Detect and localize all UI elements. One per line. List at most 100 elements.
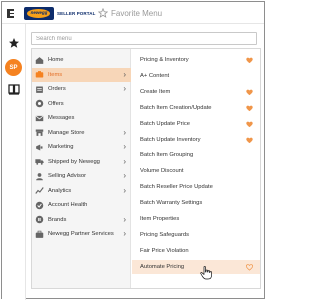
analytics-icon — [35, 186, 44, 195]
logo-badge: newegg — [24, 6, 54, 20]
marketing-icon — [35, 143, 44, 152]
partner-icon — [35, 230, 44, 239]
nav-item-label: Account Health — [48, 202, 88, 208]
chevron-right-icon: › — [123, 84, 126, 93]
chevron-right-icon: › — [123, 69, 126, 79]
home-icon — [35, 56, 44, 65]
store-icon — [35, 128, 44, 137]
chevron-right-icon: › — [123, 127, 126, 137]
submenu-item-batch-item-grouping[interactable]: Batch Item Grouping — [132, 148, 260, 162]
submenu-item-create-item[interactable]: Create Item — [132, 85, 260, 99]
search-input[interactable] — [31, 32, 257, 45]
nav-item-shipped-by-newegg[interactable]: Shipped by Newegg › — [32, 155, 131, 169]
submenu-item-label: Batch Update Inventory — [140, 136, 201, 143]
submenu-item-label: Create Item — [140, 88, 171, 95]
top-bar: newegg SELLER PORTAL Favorite Menu — [2, 2, 264, 24]
truck-icon — [35, 157, 44, 166]
nav-item-brands[interactable]: B Brands › — [32, 213, 131, 227]
nav-item-label: Brands — [48, 216, 67, 223]
chevron-right-icon: › — [123, 171, 126, 180]
newegg-logo[interactable]: newegg SELLER PORTAL — [24, 6, 95, 20]
collapse-menu-icon[interactable] — [7, 8, 18, 18]
page-title-text: Favorite Menu — [111, 8, 163, 18]
menu-panel: Home Items › Orders › Offers Messages Manage St… — [31, 48, 261, 289]
heart-filled-icon[interactable] — [246, 121, 253, 128]
nav-item-label: Home — [48, 57, 64, 63]
messages-icon — [35, 114, 44, 123]
advisor-icon — [35, 172, 44, 181]
heart-outline-icon[interactable] — [246, 263, 253, 271]
nav-item-label: Offers — [48, 100, 64, 107]
nav-item-items[interactable]: Items › — [32, 67, 131, 82]
nav-item-newegg-partner-services[interactable]: Newegg Partner Services › — [32, 227, 131, 241]
submenu-item-pricing-inventory[interactable]: Pricing & Inventory — [132, 53, 260, 67]
nav-item-label: Messages — [48, 115, 75, 121]
submenu-item-fair-price-violation[interactable]: Fair Price Violation — [132, 244, 260, 258]
submenu-item-volume-discount[interactable]: Volume Discount — [132, 164, 260, 178]
nav-item-label: Orders — [48, 86, 66, 92]
nav-item-label: Shipped by Newegg — [48, 158, 100, 165]
nav-item-orders[interactable]: Orders › — [32, 82, 131, 96]
submenu-item-batch-reseller-price-update[interactable]: Batch Reseller Price Update — [132, 180, 260, 194]
nav-item-account-health[interactable]: Account Health — [32, 198, 131, 212]
nav-item-marketing[interactable]: Marketing › — [32, 140, 131, 154]
submenu-item-automate-pricing[interactable]: Automate Pricing — [132, 259, 260, 274]
submenu-item-label: Batch Item Creation/Update — [140, 104, 212, 111]
nav-item-home[interactable]: Home — [32, 53, 131, 67]
submenu-item-label: Batch Reseller Price Update — [140, 184, 213, 191]
nav-item-label: Marketing — [48, 144, 74, 150]
submenu-item-a-content[interactable]: A+ Content — [132, 69, 260, 83]
nav-item-manage-store[interactable]: Manage Store › — [32, 126, 131, 140]
submenu-item-batch-item-creation-update[interactable]: Batch Item Creation/Update — [132, 101, 260, 115]
nav-item-selling-advisor[interactable]: Selling Advisor › — [32, 169, 131, 183]
submenu-item-label: Batch Warranty Settings — [140, 200, 203, 207]
logo-subtitle: SELLER PORTAL — [57, 10, 96, 16]
nav-item-label: Analytics — [48, 187, 72, 194]
items-icon — [35, 70, 44, 79]
heart-filled-icon[interactable] — [246, 137, 253, 144]
chevron-right-icon: › — [123, 229, 126, 238]
submenu-item-label: Batch Item Grouping — [140, 152, 194, 159]
heart-filled-icon[interactable] — [246, 105, 253, 112]
nav-item-messages[interactable]: Messages — [32, 111, 131, 125]
submenu-item-label: A+ Content — [140, 72, 170, 79]
submenu-item-pricing-safeguards[interactable]: Pricing Safeguards — [132, 228, 260, 242]
offers-icon — [35, 99, 44, 108]
submenu-item-batch-update-inventory[interactable]: Batch Update Inventory — [132, 133, 260, 147]
submenu-item-label: Batch Update Price — [140, 120, 190, 127]
favorites-star-icon[interactable] — [8, 37, 20, 49]
nav-column: Home Items › Orders › Offers Messages Manage St… — [32, 49, 131, 288]
submenu-item-batch-warranty-settings[interactable]: Batch Warranty Settings — [132, 196, 260, 210]
nav-item-label: Selling Advisor — [48, 173, 87, 179]
submenu-item-batch-update-price[interactable]: Batch Update Price — [132, 117, 260, 131]
star-outline-icon — [98, 8, 108, 18]
submenu-item-label: Pricing & Inventory — [140, 57, 189, 63]
page-title: Favorite Menu — [98, 8, 162, 18]
nav-item-offers[interactable]: Offers — [32, 97, 131, 111]
orders-icon — [35, 85, 44, 94]
app-window: newegg SELLER PORTAL Favorite Menu SP Ho… — [1, 1, 265, 300]
logo-word: newegg — [30, 10, 48, 15]
submenu-item-label: Automate Pricing — [140, 263, 185, 270]
heart-filled-icon[interactable] — [246, 57, 253, 64]
submenu-item-label: Pricing Safeguards — [140, 231, 189, 238]
submenu-item-item-properties[interactable]: Item Properties — [132, 212, 260, 226]
book-icon[interactable] — [8, 84, 20, 95]
avatar[interactable]: SP — [5, 59, 22, 76]
submenu-column: Pricing & Inventory A+ Content Create Item… — [132, 49, 260, 288]
left-rail: SP — [2, 24, 26, 300]
brands-icon: B — [35, 215, 44, 224]
chevron-right-icon: › — [123, 156, 126, 166]
submenu-item-label: Fair Price Violation — [140, 247, 189, 254]
submenu-item-label: Item Properties — [140, 216, 180, 222]
chevron-right-icon: › — [123, 142, 126, 151]
heart-filled-icon[interactable] — [246, 89, 253, 96]
submenu-item-label: Volume Discount — [140, 168, 184, 175]
nav-item-analytics[interactable]: Analytics › — [32, 184, 131, 198]
nav-item-label: Newegg Partner Services — [48, 231, 114, 237]
nav-item-label: Items — [48, 71, 63, 78]
chevron-right-icon: › — [123, 185, 126, 195]
account-health-icon — [35, 201, 44, 210]
chevron-right-icon: › — [123, 214, 126, 224]
nav-item-label: Manage Store — [48, 129, 85, 136]
